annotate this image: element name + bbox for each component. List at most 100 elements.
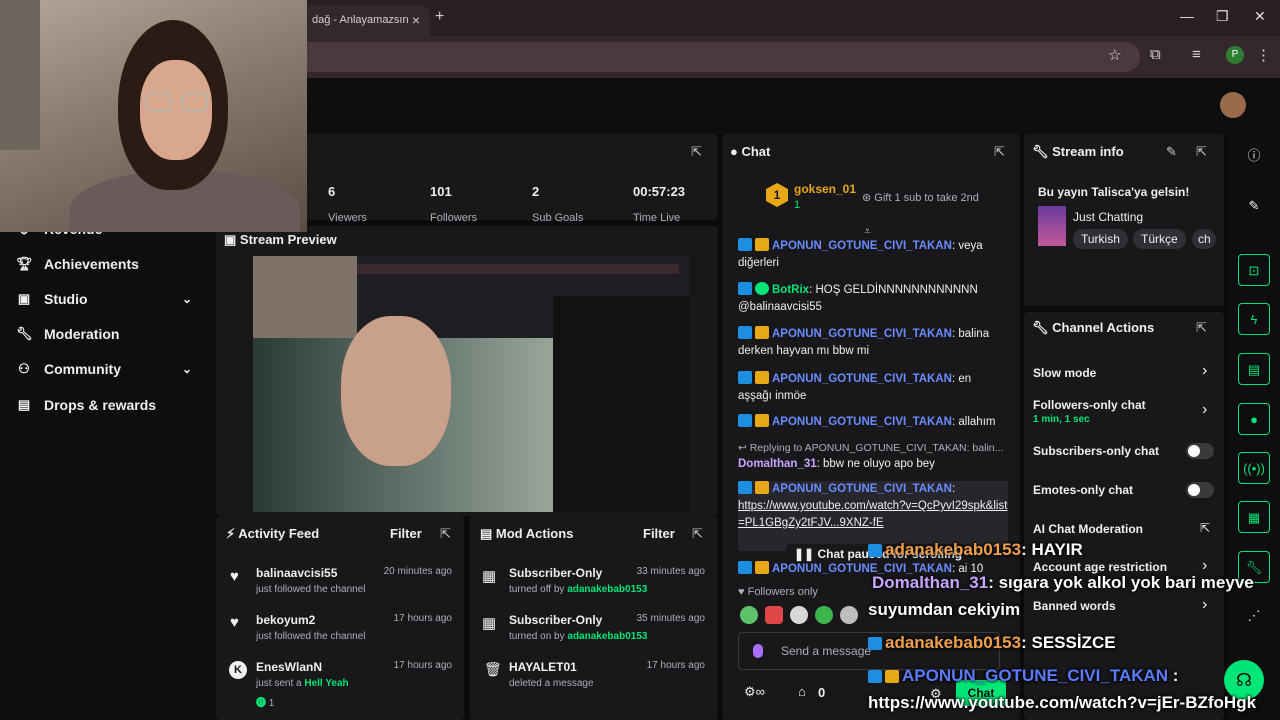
sidebar-item-community[interactable]: ⚇ Community ⌄	[16, 358, 192, 380]
chat-username[interactable]: APONUN_GOTUNE_CIVI_TAKAN	[772, 240, 952, 252]
edit-icon[interactable]: ✎	[1238, 190, 1270, 222]
gifter-name[interactable]: goksen_01	[794, 182, 856, 196]
mod-item-sub: deleted a message	[509, 678, 594, 689]
sidebar-item-drops[interactable]: ▤ Drops & rewards	[16, 394, 156, 416]
chat-username[interactable]: BotRix	[772, 284, 809, 296]
emote-picker-icon[interactable]	[753, 644, 763, 658]
heart-icon: ♥	[230, 614, 239, 631]
chat-username[interactable]: APONUN_GOTUNE_CIVI_TAKAN	[772, 416, 952, 428]
notes-icon[interactable]: ▤	[1238, 353, 1270, 385]
emote-icon[interactable]	[740, 606, 758, 624]
overlay-line: adanakebab0153: SESSİZCE	[868, 633, 1116, 653]
mod-item-by[interactable]: adanakebab0153	[567, 584, 647, 595]
popout-icon[interactable]: ⇱	[1196, 320, 1207, 336]
url-field[interactable]	[300, 42, 1140, 72]
tab-close-icon[interactable]: ×	[412, 12, 420, 28]
mod-filter-button[interactable]: Filter	[643, 526, 675, 541]
emotes-only-toggle[interactable]	[1186, 482, 1214, 498]
emote-icon[interactable]	[790, 606, 808, 624]
chevron-right-icon[interactable]: ›	[1202, 401, 1207, 419]
chat-separator: :	[951, 373, 956, 385]
chevron-down-icon[interactable]: ⌄	[182, 362, 192, 376]
sidebar-item-studio[interactable]: ▣ Studio ⌄	[16, 288, 192, 310]
popout-icon[interactable]: ⇱	[691, 144, 702, 160]
gifter-count: 1	[794, 199, 801, 211]
chat-icon[interactable]: ●	[1238, 403, 1270, 435]
pause-icon: ❚❚	[794, 547, 818, 561]
chat-message[interactable]: APONUN_GOTUNE_CIVI_TAKAN: allahım	[738, 414, 1008, 431]
pin-icon[interactable]: ⩡	[864, 224, 871, 239]
external-link-icon[interactable]: ⇱	[1200, 521, 1210, 535]
browser-tab[interactable]: dağ - Anlayamazsın ×	[300, 6, 430, 36]
chat-title: ● Chat	[730, 144, 770, 159]
chat-link[interactable]: https://www.youtube.com/watch?v=QcPyvI29…	[738, 500, 1007, 529]
user-avatar[interactable]	[1220, 92, 1246, 118]
category-name[interactable]: Just Chatting	[1073, 210, 1143, 224]
extensions-icon[interactable]: ⧉	[1150, 46, 1161, 63]
account-age-row[interactable]: Account age restriction	[1033, 560, 1213, 574]
layout-icon[interactable]: ▦	[1238, 501, 1270, 533]
popout-icon[interactable]: ⇱	[1196, 144, 1207, 160]
chat-message[interactable]: APONUN_GOTUNE_CIVI_TAKAN: en aşşağı inmö…	[738, 371, 1008, 405]
mod-item-by[interactable]: adanakebab0153	[567, 631, 647, 642]
gift-icon: ▤	[17, 397, 31, 412]
sub-badge-icon	[755, 371, 769, 384]
popout-icon[interactable]: ⇱	[692, 526, 703, 542]
slow-mode-row[interactable]: Slow mode	[1033, 366, 1213, 380]
chat-username[interactable]: APONUN_GOTUNE_CIVI_TAKAN	[772, 373, 952, 385]
broadcast-icon[interactable]: ((•))	[1238, 452, 1270, 484]
subscribers-only-toggle[interactable]	[1186, 443, 1214, 459]
mod-item-sub-text: turned on by	[509, 631, 565, 642]
mod-item-sub: turned off by adanakebab0153	[509, 584, 647, 595]
tab-title: dağ - Anlayamazsın	[312, 14, 409, 26]
chat-username[interactable]: APONUN_GOTUNE_CIVI_TAKAN	[772, 328, 952, 340]
browser-menu-icon[interactable]: ⋮	[1256, 46, 1271, 64]
chat-message[interactable]: APONUN_GOTUNE_CIVI_TAKAN: veya diğerleri	[738, 238, 1008, 272]
followers-only-row[interactable]: Followers-only chat	[1033, 398, 1213, 412]
store-icon[interactable]: ⌂	[798, 684, 806, 699]
chat-username[interactable]: APONUN_GOTUNE_CIVI_TAKAN	[772, 483, 952, 495]
edit-icon[interactable]: ✎	[1166, 144, 1177, 160]
chat-message[interactable]: Domalthan_31: bbw ne oluyo apo bey	[738, 456, 1008, 473]
emote-icon[interactable]	[765, 606, 783, 624]
minimize-icon[interactable]: —	[1180, 8, 1194, 24]
settings-users-icon[interactable]: ⚙∞	[744, 684, 765, 700]
media-icon[interactable]: ≡	[1192, 46, 1201, 63]
sidebar-item-achievements[interactable]: 🏆︎ Achievements	[16, 253, 139, 275]
tag-chip[interactable]: Turkish	[1073, 229, 1128, 249]
preview-browser-bar	[357, 264, 679, 274]
emote-icon[interactable]	[815, 606, 833, 624]
chat-separator: :	[951, 240, 956, 252]
kick-icon: K	[229, 661, 247, 679]
subs-label: Sub Goals	[532, 212, 584, 224]
gift-sub-button[interactable]: ⊛ Gift 1 sub to take 2nd	[862, 191, 979, 204]
chat-username[interactable]: Domalthan_31	[738, 458, 817, 470]
sidebar-item-moderation[interactable]: 🔧︎ Moderation	[16, 323, 119, 345]
followers-count: 101	[430, 184, 452, 199]
chevron-right-icon[interactable]: ›	[1202, 362, 1207, 380]
chat-message[interactable]: BotRix: HOŞ GELDİNNNNNNNNNNNN @balinaavc…	[738, 282, 1008, 316]
new-tab-button[interactable]: +	[435, 8, 444, 26]
share-icon[interactable]: ⋰	[1238, 600, 1270, 632]
chat-message[interactable]: APONUN_GOTUNE_CIVI_TAKAN: balina derken …	[738, 326, 1008, 360]
tag-chip[interactable]: ch	[1192, 229, 1216, 249]
chevron-down-icon[interactable]: ⌄	[182, 292, 192, 306]
maximize-icon[interactable]: ❐	[1216, 8, 1229, 25]
tag-chip[interactable]: Türkçe	[1133, 229, 1186, 249]
chevron-right-icon[interactable]: ›	[1202, 596, 1207, 614]
close-window-icon[interactable]: ✕	[1254, 8, 1266, 25]
activity-feed-title: ⚡︎ Activity Feed	[226, 526, 319, 542]
stream-preview-video[interactable]	[253, 256, 689, 512]
popout-icon[interactable]: ⇱	[440, 526, 451, 542]
profile-avatar[interactable]: P	[1226, 46, 1244, 64]
overlay-text: : HAYIR	[1021, 540, 1083, 559]
popout-icon[interactable]: ⇱	[994, 144, 1005, 160]
banned-words-row[interactable]: Banned words	[1033, 599, 1213, 613]
activity-filter-button[interactable]: Filter	[390, 526, 422, 541]
lightning-icon[interactable]: ϟ	[1238, 303, 1270, 335]
clip-icon[interactable]: ⊡	[1238, 254, 1270, 286]
info-icon[interactable]: ⓘ	[1238, 140, 1270, 172]
bookmark-star-icon[interactable]: ☆	[1108, 46, 1121, 64]
emote-icon[interactable]	[840, 606, 858, 624]
ai-moderation-row[interactable]: AI Chat Moderation	[1033, 522, 1213, 536]
